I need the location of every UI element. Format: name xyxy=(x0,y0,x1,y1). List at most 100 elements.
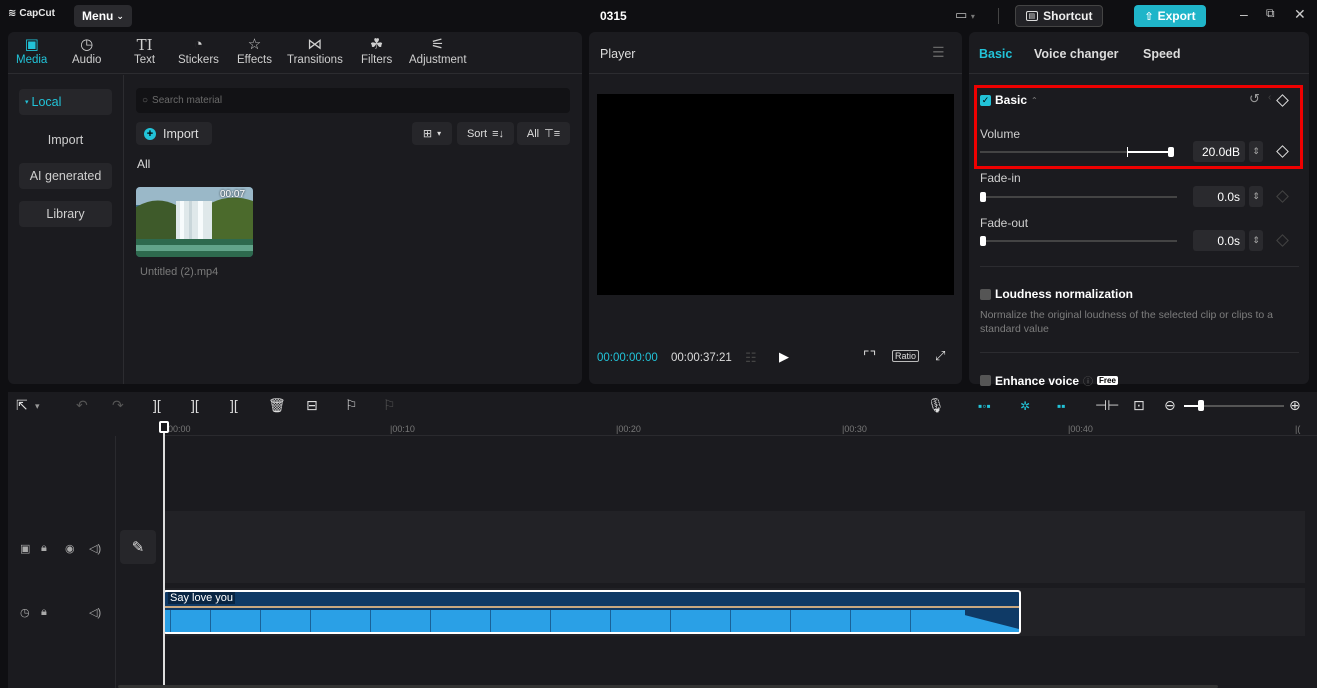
tab-voice-changer[interactable]: Voice changer xyxy=(1034,47,1119,61)
zoom-focus-icon[interactable]: ⌜⌝ xyxy=(863,348,876,365)
timeline-bars-icon[interactable]: ☷ xyxy=(745,350,757,366)
zoom-out-icon[interactable]: ⊖ xyxy=(1164,397,1176,414)
stickers-icon: ◔ xyxy=(193,36,203,53)
fade-in-keyframe-icon xyxy=(1276,190,1289,203)
import-button[interactable]: + Import xyxy=(136,122,212,145)
speaker-icon[interactable]: ◁) xyxy=(89,542,101,555)
chevron-down-icon[interactable]: ▾ xyxy=(35,401,40,412)
sidebar-item-ai-generated[interactable]: AI generated xyxy=(19,163,112,189)
lock-icon[interactable]: 🔒︎ xyxy=(41,542,47,555)
linkage-icon[interactable]: ▪▪ xyxy=(1057,399,1066,413)
view-mode-button[interactable]: ⊞ ▾ xyxy=(412,122,452,145)
total-time: 00:00:37:21 xyxy=(671,352,732,364)
effects-icon: ☆ xyxy=(247,36,262,53)
main-track-magnet-icon[interactable]: ▪◦▪ xyxy=(978,399,991,413)
ratio-button[interactable]: Ratio xyxy=(892,350,920,362)
tab-speed[interactable]: Speed xyxy=(1143,47,1181,61)
divider xyxy=(980,352,1299,353)
sort-icon: ≡↓ xyxy=(492,127,505,140)
video-viewer[interactable] xyxy=(597,94,954,295)
speaker-icon[interactable]: ◁) xyxy=(89,606,101,619)
preview-axis-icon[interactable]: ⊣⊢ xyxy=(1095,397,1119,414)
ruler-label: 00:00 xyxy=(168,424,191,434)
playhead-handle[interactable] xyxy=(159,421,169,433)
delete-icon[interactable]: 🗑 xyxy=(268,397,286,414)
zoom-slider-handle[interactable] xyxy=(1198,400,1204,411)
audio-clip[interactable]: Say love you xyxy=(163,590,1021,634)
loudness-normalization-header[interactable]: Loudness normalization xyxy=(980,287,1133,301)
eye-icon[interactable]: ◉ xyxy=(65,542,75,555)
fade-in-slider-handle[interactable] xyxy=(980,192,986,202)
media-panel: ▣ Media ◷ Audio TI Text ◔ Stickers ☆ Effects … xyxy=(8,32,582,384)
microphone-icon[interactable]: 🎙 xyxy=(927,397,945,414)
filter-all-button[interactable]: All ⊤≡ xyxy=(517,122,570,145)
search-icon: ○ xyxy=(142,95,149,106)
sort-button[interactable]: Sort ≡↓ xyxy=(457,122,514,145)
fade-out-label: Fade-out xyxy=(980,216,1029,230)
caption-icon[interactable]: ⊡ xyxy=(1133,397,1145,414)
checkbox-unchecked-icon[interactable] xyxy=(980,288,991,300)
tab-media[interactable]: ▣ Media xyxy=(16,36,47,66)
filter-icon: ⊤≡ xyxy=(544,128,561,140)
split-icon[interactable]: ][ xyxy=(153,397,161,413)
close-icon[interactable]: ✕ xyxy=(1294,6,1306,23)
fade-in-stepper[interactable]: ⇕ xyxy=(1249,186,1263,207)
tab-filters[interactable]: ☘ Filters xyxy=(361,36,392,66)
tab-transitions[interactable]: ⋈ Transitions xyxy=(287,36,343,66)
tab-text[interactable]: TI Text xyxy=(134,36,155,66)
divider xyxy=(998,8,999,24)
enhance-voice-header[interactable]: Enhance voice ⓘ Free xyxy=(980,373,1118,388)
search-input[interactable]: ○ Search material xyxy=(136,88,570,113)
timeline-ruler[interactable]: 00:00 |00:10 |00:20 |00:30 |00:40 |( xyxy=(165,420,1317,436)
cover-edit-icon[interactable]: ✎ xyxy=(120,530,156,564)
fade-in-slider[interactable] xyxy=(980,196,1177,198)
freeze-frame-icon[interactable]: ⊟ xyxy=(306,397,318,414)
fade-out-value[interactable]: 0.0s xyxy=(1193,230,1245,251)
tab-adjustment[interactable]: ⚟ Adjustment xyxy=(409,36,467,66)
divider xyxy=(969,73,1309,74)
transitions-icon: ⋈ xyxy=(307,36,323,53)
undo-icon[interactable]: ↶ xyxy=(76,397,88,414)
play-button[interactable]: ▶ xyxy=(779,349,789,365)
lock-icon[interactable]: 🔒︎ xyxy=(41,606,47,619)
fade-out-slider-handle[interactable] xyxy=(980,236,986,246)
sidebar-item-library[interactable]: Library xyxy=(19,201,112,227)
sidebar-item-local[interactable]: ▾ Local xyxy=(19,89,112,115)
tab-audio[interactable]: ◷ Audio xyxy=(72,36,101,66)
player-panel: Player ☰ 00:00:00:00 00:00:37:21 ☷ ▶ ⌜⌝ … xyxy=(589,32,962,384)
shortcut-button[interactable]: ▤ Shortcut xyxy=(1015,5,1103,27)
minimize-icon[interactable]: – xyxy=(1240,6,1248,22)
ruler-label: |00:10 xyxy=(390,424,415,434)
tab-stickers[interactable]: ◔ Stickers xyxy=(178,36,219,66)
media-sidebar: ▾ Local Import AI generated Library xyxy=(8,75,124,384)
auto-snap-icon[interactable]: ✲ xyxy=(1020,399,1030,413)
zoom-in-icon[interactable]: ⊕ xyxy=(1289,397,1301,414)
split-right-icon[interactable]: ][ xyxy=(230,397,238,413)
export-button[interactable]: ⇧ Export xyxy=(1134,5,1206,27)
divider xyxy=(980,266,1299,267)
fade-out-slider[interactable] xyxy=(980,240,1177,242)
menu-button[interactable]: Menu ⌄ xyxy=(74,5,132,27)
restore-icon[interactable]: ⧉ xyxy=(1266,6,1275,21)
split-left-icon[interactable]: ][ xyxy=(191,397,199,413)
tab-effects[interactable]: ☆ Effects xyxy=(237,36,272,66)
current-time: 00:00:00:00 xyxy=(597,352,658,364)
audio-clip-label: Say love you xyxy=(168,592,235,604)
hamburger-icon[interactable]: ☰ xyxy=(932,44,945,61)
upload-icon: ⇧ xyxy=(1144,10,1154,23)
capcut-logo: ≋ CapCut xyxy=(8,8,55,19)
sidebar-item-import[interactable]: Import xyxy=(19,127,112,153)
playhead[interactable] xyxy=(163,422,165,688)
tab-basic[interactable]: Basic xyxy=(979,47,1012,61)
redo-icon[interactable]: ↷ xyxy=(112,397,124,414)
fade-out-stepper[interactable]: ⇕ xyxy=(1249,230,1263,251)
fade-in-value[interactable]: 0.0s xyxy=(1193,186,1245,207)
title-bar: ≋ CapCut Menu ⌄ 0315 ▭ ▾ ▤ Shortcut ⇧ Export… xyxy=(0,0,1317,32)
marker-icon[interactable]: ⚐ xyxy=(345,397,358,414)
filters-icon: ☘ xyxy=(369,36,384,53)
select-tool-icon[interactable]: ⇱ xyxy=(16,397,28,414)
checkbox-unchecked-icon[interactable] xyxy=(980,375,991,386)
video-track[interactable] xyxy=(164,511,1305,583)
layout-icon[interactable]: ▭ ▾ xyxy=(955,7,975,23)
fullscreen-icon[interactable]: ⤢ xyxy=(935,348,945,364)
